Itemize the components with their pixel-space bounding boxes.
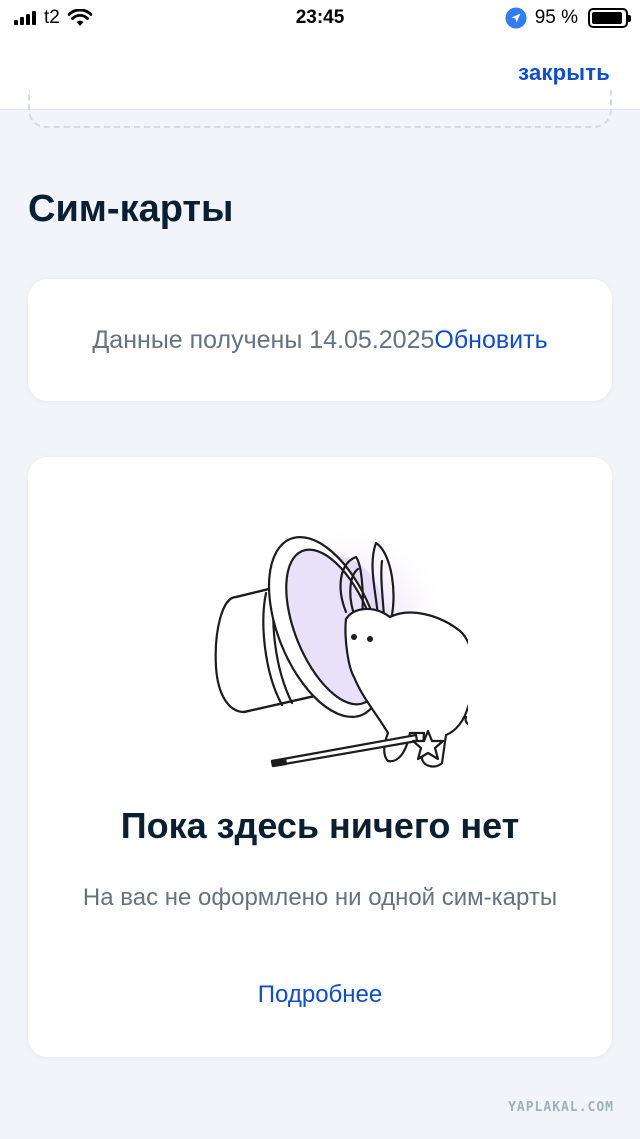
- status-bar-right: 95 %: [505, 7, 631, 29]
- battery-icon: [588, 8, 631, 28]
- empty-state-title: Пока здесь ничего нет: [120, 805, 520, 846]
- empty-state-description: На вас не оформлено ни одной сим-карты: [82, 884, 558, 911]
- refresh-link[interactable]: Обновить: [434, 326, 547, 355]
- status-bar-left: t2: [14, 7, 92, 29]
- magic-hat-rabbit-icon: [214, 527, 468, 768]
- location-icon: [505, 7, 527, 29]
- data-status-card: Данные получены 14.05.2025 Обновить: [28, 279, 612, 401]
- watermark: YAPLAKAL.COM: [508, 1100, 614, 1115]
- status-bar: t2 23:45 95 %: [0, 0, 640, 36]
- wifi-icon: [67, 9, 92, 26]
- page-title: Сим-карты: [28, 188, 234, 230]
- close-link[interactable]: закрыть: [518, 60, 610, 86]
- empty-state-card: Пока здесь ничего нет На вас не оформлен…: [28, 457, 612, 1057]
- dashed-placeholder-edge: [28, 90, 612, 128]
- more-info-link[interactable]: Подробнее: [28, 981, 612, 1009]
- signal-icon: [14, 11, 36, 25]
- data-received-text: Данные получены 14.05.2025: [92, 325, 435, 354]
- carrier-label: t2: [44, 7, 60, 28]
- battery-fill: [592, 12, 623, 24]
- battery-percent: 95 %: [534, 7, 578, 28]
